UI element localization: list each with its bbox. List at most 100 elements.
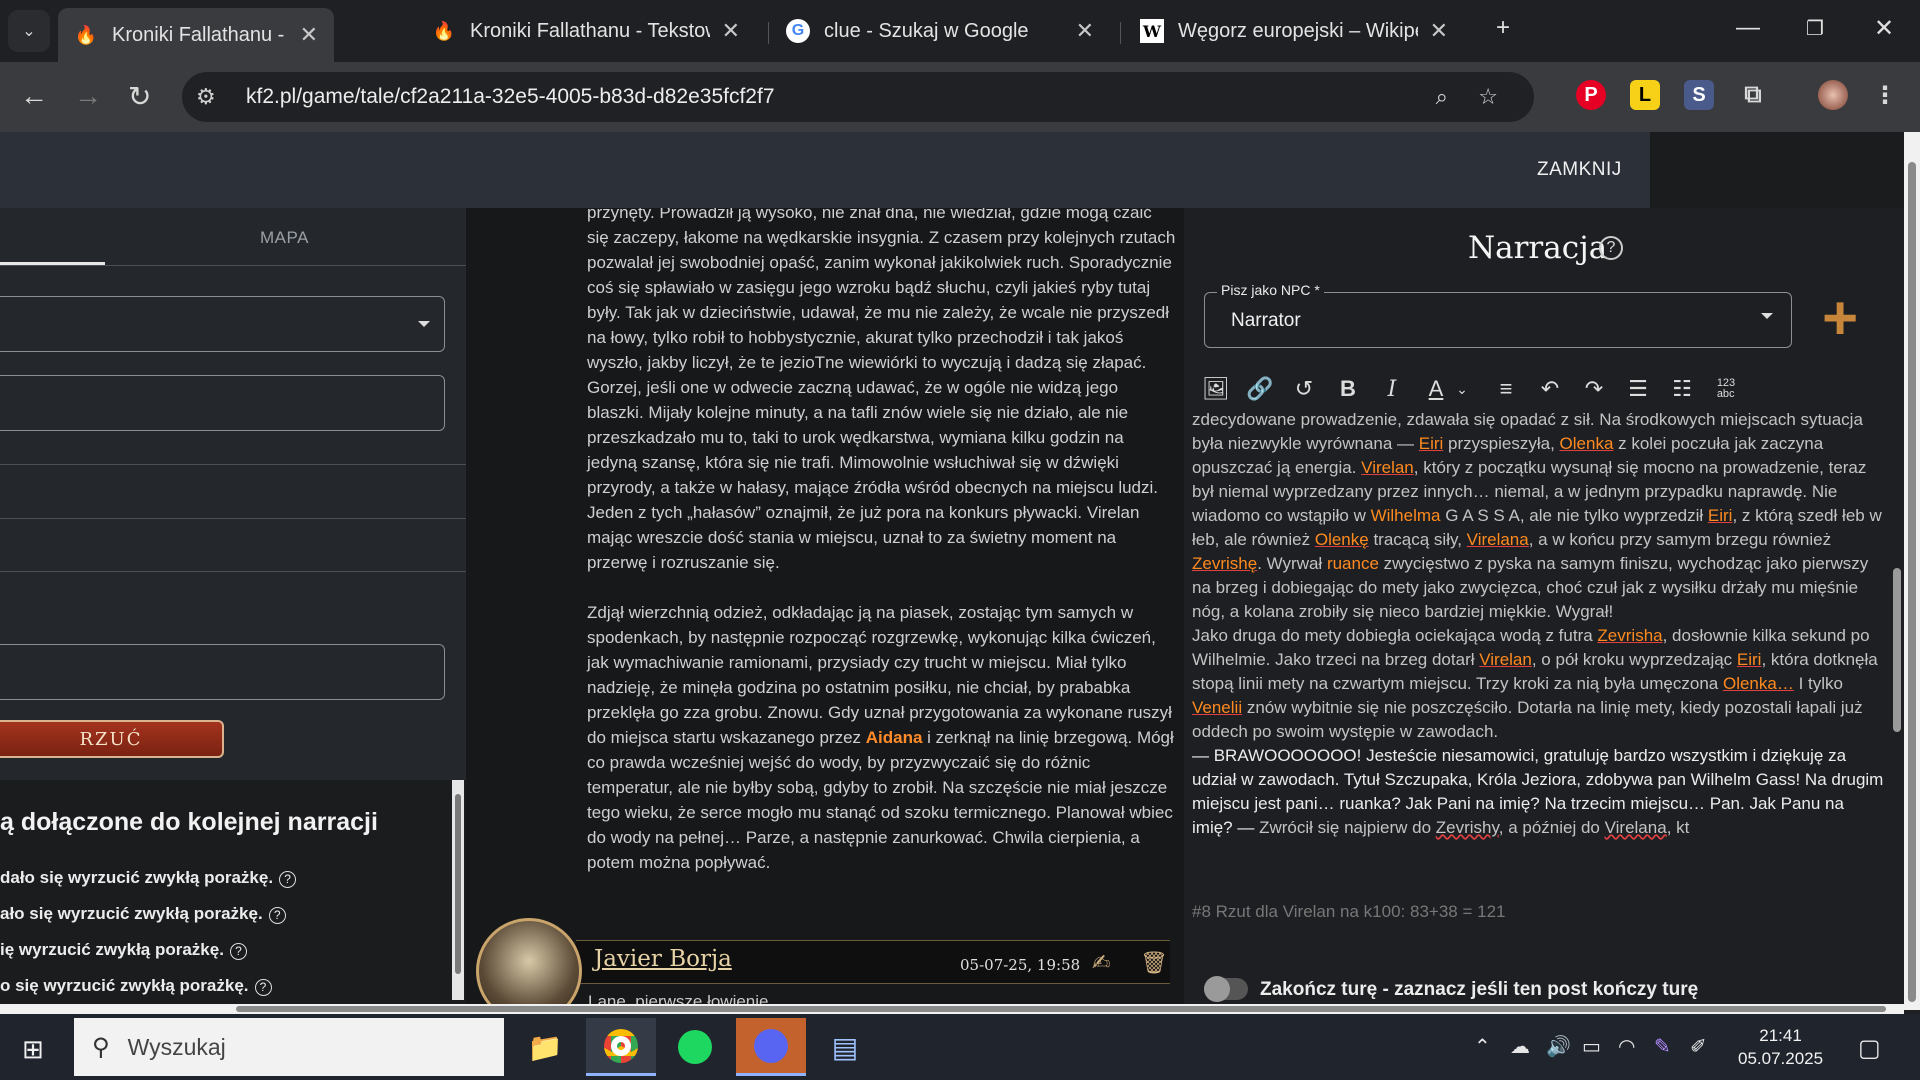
bullet-list-icon[interactable]: ☰: [1626, 376, 1650, 402]
tab-wikipedia[interactable]: W Węgorz europejski – Wikipedia, ✕: [1124, 8, 1464, 54]
horizontal-scrollbar[interactable]: [0, 1004, 1904, 1014]
zoom-icon[interactable]: ⌕: [1436, 84, 1448, 110]
narration-panel: Narracja ? Pisz jako NPC * Narrator + 🖼 …: [1184, 208, 1904, 1010]
roll-button[interactable]: RZUĆ: [0, 720, 224, 758]
site-settings-icon[interactable]: ⚙: [196, 84, 226, 110]
numbered-list-icon[interactable]: ☷: [1670, 376, 1694, 402]
story-paragraph: Zdjął wierzchnią odzież, odkładając ją n…: [587, 603, 1174, 872]
roll-hint: #8 Rzut dla Virelan na k100: 83+38 = 121: [1192, 902, 1506, 921]
tab-map[interactable]: MAPA: [260, 228, 309, 248]
browser-toolbar: ← → ↻ ⚙ kf2.pl/game/tale/cf2a211a-32e5-4…: [0, 62, 1920, 132]
npc-select[interactable]: Pisz jako NPC * Narrator: [1204, 282, 1792, 348]
history-icon[interactable]: ↺: [1292, 376, 1316, 402]
windows-start-icon[interactable]: ⊞: [22, 1034, 44, 1065]
file-explorer-icon[interactable]: 📁: [510, 1018, 580, 1076]
profile-avatar[interactable]: [1818, 80, 1848, 110]
editor-scrollbar[interactable]: [1890, 412, 1904, 932]
extension-l-icon[interactable]: L: [1630, 80, 1660, 110]
cloud-icon[interactable]: ☁: [1510, 1034, 1530, 1059]
avatar[interactable]: [476, 918, 582, 1010]
volume-icon[interactable]: 🔊: [1546, 1034, 1571, 1059]
close-panel-button[interactable]: ZAMKNIJ: [1537, 159, 1622, 181]
spellcheck-icon[interactable]: 123 abc: [1714, 378, 1738, 400]
page-scrollbar[interactable]: [1904, 132, 1920, 1010]
tab-kroniki-1[interactable]: 🔥 Kroniki Fallathanu - Tekstowa G ✕: [58, 8, 334, 62]
taskbar-clock[interactable]: 21:41 05.07.2025: [1738, 1024, 1823, 1070]
help-icon[interactable]: ?: [279, 871, 297, 888]
spotify-icon[interactable]: [660, 1018, 730, 1076]
help-icon[interactable]: ?: [1599, 236, 1623, 260]
post-author[interactable]: Javier Borja: [594, 946, 732, 972]
new-tab-icon[interactable]: +: [1496, 14, 1510, 42]
help-icon[interactable]: ?: [229, 943, 247, 960]
redo-icon[interactable]: ↷: [1582, 376, 1606, 402]
divider: [0, 464, 466, 465]
touch-keyboard-icon[interactable]: ✐: [1690, 1034, 1707, 1059]
story-text: przynęty. Prowadził ją wysoko, nie znał …: [587, 208, 1177, 900]
tab-kroniki-2[interactable]: 🔥 Kroniki Fallathanu - Tekstowa G ✕: [416, 8, 756, 54]
star-icon[interactable]: ☆: [1478, 84, 1498, 110]
text-color-icon[interactable]: A: [1424, 376, 1448, 402]
undo-icon[interactable]: ↶: [1538, 376, 1562, 402]
close-tab-icon[interactable]: ✕: [300, 22, 318, 48]
rule-item: ię wyrzucić zwykłą porażkę.?: [0, 940, 247, 960]
add-npc-button[interactable]: +: [1822, 288, 1858, 350]
help-icon[interactable]: ?: [254, 979, 272, 996]
chrome-icon[interactable]: [586, 1018, 656, 1076]
link-icon[interactable]: 🔗: [1246, 376, 1273, 402]
app-top-bar: ZAMKNIJ: [0, 132, 1650, 208]
minimize-icon[interactable]: —: [1736, 14, 1760, 42]
image-icon[interactable]: 🖼: [1202, 376, 1230, 402]
bold-icon[interactable]: B: [1336, 376, 1360, 402]
extensions-puzzle-icon[interactable]: ⧉: [1738, 80, 1768, 110]
tab-search-button[interactable]: ⌄: [8, 10, 50, 52]
left-select[interactable]: [0, 296, 445, 352]
windows-taskbar: ⊞ ⚲ Wyszukaj 📁 ▤ ⌃ ☁ 🔊 ▭ ◠ ✎ ✐ 21:41 05.…: [0, 1014, 1920, 1080]
address-bar[interactable]: ⚙ kf2.pl/game/tale/cf2a211a-32e5-4005-b8…: [182, 72, 1534, 122]
back-icon[interactable]: ←: [20, 80, 48, 112]
menu-kebab-icon[interactable]: ⋮: [1870, 80, 1900, 110]
left-input[interactable]: [0, 375, 445, 431]
npc-mention[interactable]: Aidana: [866, 728, 923, 747]
narration-editor[interactable]: zdecydowane prowadzenie, zdawała się opa…: [1192, 412, 1892, 924]
taskbar-search-placeholder: Wyszukaj: [127, 1033, 226, 1060]
chevron-down-icon[interactable]: ⌄: [1450, 381, 1474, 398]
pen-icon[interactable]: ✎: [1654, 1034, 1671, 1059]
reload-icon[interactable]: ↻: [128, 80, 151, 113]
italic-icon[interactable]: I: [1380, 377, 1404, 402]
close-tab-icon[interactable]: ✕: [1076, 18, 1094, 44]
editor-content[interactable]: zdecydowane prowadzenie, zdawała się opa…: [1192, 412, 1886, 840]
toggle-knob[interactable]: [1204, 976, 1230, 1002]
scroll-thumb[interactable]: [1908, 162, 1916, 1002]
joined-section: ą dołączone do kolejnej narracji dało si…: [0, 780, 466, 1010]
tray-chevron-up-icon[interactable]: ⌃: [1474, 1034, 1491, 1059]
discord-icon[interactable]: [736, 1018, 806, 1076]
notepad-icon[interactable]: ▤: [810, 1018, 880, 1076]
url-text[interactable]: kf2.pl/game/tale/cf2a211a-32e5-4005-b83d…: [246, 85, 775, 109]
npc-select-value: Narrator: [1231, 310, 1301, 331]
restore-icon[interactable]: ❐: [1806, 16, 1824, 41]
help-icon[interactable]: ?: [268, 907, 286, 924]
left-scrollbar[interactable]: [452, 780, 464, 1000]
window-close-icon[interactable]: ✕: [1874, 14, 1894, 43]
tab-google[interactable]: G clue - Szukaj w Google ✕: [770, 8, 1110, 54]
scroll-thumb[interactable]: [236, 1006, 1886, 1012]
page-viewport: ZAMKNIJ MAPA RZUĆ ą dołączone do kolejne…: [0, 132, 1904, 1010]
battery-icon[interactable]: ▭: [1582, 1034, 1601, 1059]
close-tab-icon[interactable]: ✕: [1430, 18, 1448, 44]
notifications-icon[interactable]: ▢: [1858, 1034, 1881, 1063]
taskbar-search[interactable]: ⚲ Wyszukaj: [74, 1018, 504, 1076]
wifi-icon[interactable]: ◠: [1618, 1034, 1635, 1059]
search-icon: ⚲: [92, 1033, 110, 1061]
end-turn-toggle[interactable]: [1204, 976, 1248, 1002]
forward-icon[interactable]: →: [74, 80, 102, 112]
align-icon[interactable]: ≡: [1494, 376, 1518, 402]
scroll-thumb[interactable]: [1893, 568, 1901, 732]
left-text-field[interactable]: [0, 644, 445, 700]
dice-icon[interactable]: ✍: [1092, 950, 1110, 976]
pinterest-extension-icon[interactable]: P: [1576, 80, 1606, 110]
trash-icon[interactable]: 🗑: [1140, 950, 1168, 976]
close-tab-icon[interactable]: ✕: [722, 18, 740, 44]
scroll-thumb[interactable]: [455, 794, 461, 974]
extension-s-icon[interactable]: S: [1684, 80, 1714, 110]
